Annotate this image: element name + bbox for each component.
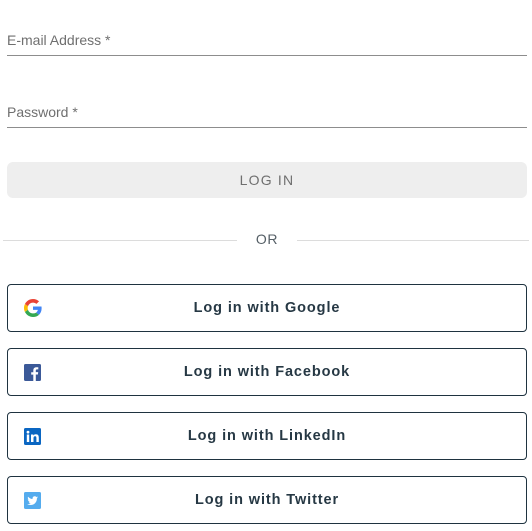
twitter-login-label: Log in with Twitter bbox=[194, 492, 340, 508]
password-field[interactable]: Password * bbox=[7, 101, 527, 128]
linkedin-login-button[interactable]: Log in with LinkedIn bbox=[7, 412, 527, 460]
divider-right bbox=[297, 240, 529, 241]
google-login-button[interactable]: Log in with Google bbox=[7, 284, 527, 332]
or-divider-text: OR bbox=[255, 231, 279, 247]
facebook-login-label: Log in with Facebook bbox=[183, 364, 351, 380]
password-label: Password * bbox=[7, 104, 78, 120]
divider-left bbox=[3, 240, 237, 241]
google-login-label: Log in with Google bbox=[193, 300, 341, 316]
log-in-button[interactable]: LOG IN bbox=[7, 162, 527, 198]
facebook-login-button[interactable]: Log in with Facebook bbox=[7, 348, 527, 396]
twitter-login-button[interactable]: Log in with Twitter bbox=[7, 476, 527, 524]
linkedin-login-label: Log in with LinkedIn bbox=[187, 428, 347, 444]
email-field[interactable]: E-mail Address * bbox=[7, 29, 527, 56]
email-label: E-mail Address * bbox=[7, 32, 111, 48]
